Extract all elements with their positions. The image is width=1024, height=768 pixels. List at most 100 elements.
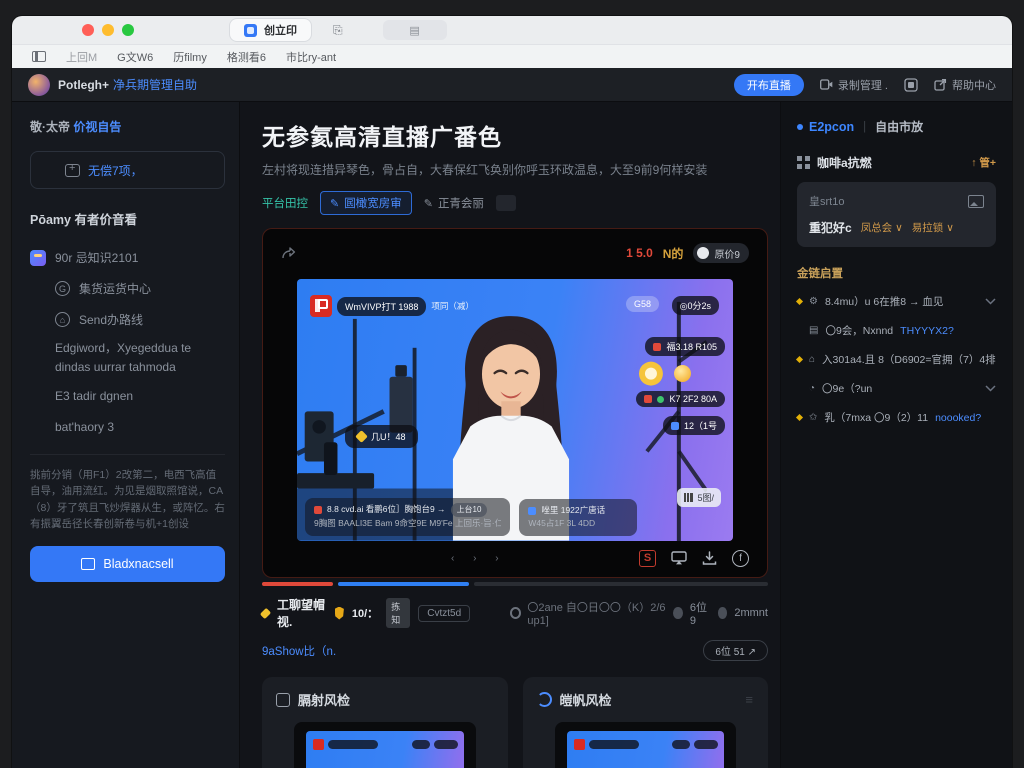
avatar[interactable]: [28, 74, 50, 96]
record-manage-button[interactable]: 录制管理 .: [820, 77, 888, 93]
settings-group-title: 金链启置: [797, 265, 996, 281]
platform-tag[interactable]: 平台田控: [262, 195, 308, 211]
create-new-button[interactable]: 无偿7项，: [30, 151, 225, 189]
video-player: 1 5.0 N的 原价9: [262, 228, 768, 578]
sidebar-section-title: Pōamy 有者价音看: [30, 209, 225, 228]
sidebar-item-delivery[interactable]: G 集货运货中心: [30, 273, 225, 304]
style-card-portrait[interactable]: 皚帆风检 ≡: [523, 677, 769, 768]
help-center-button[interactable]: 帮助中心: [934, 77, 996, 93]
live-status-pill: G58: [626, 296, 659, 312]
gear-icon[interactable]: [510, 607, 521, 619]
home-icon: ⌂: [809, 354, 815, 365]
settings-item[interactable]: ▤ 〇9会，Nxnnd THYYYX2?: [797, 316, 996, 345]
sidebar-item-label: bat'haory 3: [55, 420, 114, 434]
sidebar-toggle-icon[interactable]: [32, 51, 46, 62]
settings-item-link[interactable]: noooked?: [935, 412, 981, 424]
sidebar-cta-button[interactable]: Bladxnacsell: [30, 546, 225, 582]
chevron-down-icon[interactable]: [985, 385, 996, 392]
selected-style-tag[interactable]: ✎ 囻橄宽房审: [320, 191, 412, 215]
timeline-progress[interactable]: [262, 582, 768, 586]
gear-icon: ⚙: [809, 296, 818, 307]
overlay-chip-column: 福3.18 R105 K7 2F2 80A 12（1号: [636, 337, 725, 435]
settings-item-link[interactable]: THYYYX2?: [900, 325, 954, 337]
bookmark-item[interactable]: 市比ry-ant: [286, 49, 336, 65]
download-icon[interactable]: [702, 551, 717, 566]
scene-option-dropdown[interactable]: 凤总会 ∨: [861, 220, 903, 235]
more-tag-button[interactable]: [496, 195, 516, 211]
browser-titlebar: 创立印 ⎘ ▤: [12, 16, 1012, 44]
user-plan-link[interactable]: 净兵期管理自助: [113, 76, 197, 93]
style-card-landscape[interactable]: 膈射风检: [262, 677, 508, 768]
sidebar-item-advanced[interactable]: Edgiword，Xyegeddua te dindas uurrar tahm…: [30, 335, 225, 380]
quality-toggle-label: 原价9: [714, 246, 740, 261]
video-canvas[interactable]: WmVIVP打T 1988 项同（减） G58 ◎0分2s 福3.18 R105: [297, 279, 733, 541]
card-menu-icon[interactable]: ≡: [745, 692, 754, 707]
show-more-link[interactable]: 9aShow比（n.: [262, 643, 336, 659]
refresh-circle-icon: [537, 692, 552, 707]
price-value: 1 5.0: [626, 246, 653, 260]
minimize-window-button[interactable]: [102, 24, 114, 36]
settings-item-label: 入301a4.且 8（D6902=官拥（7）4排: [822, 352, 996, 367]
mirror-cast-icon[interactable]: [671, 551, 687, 565]
tab-active[interactable]: E2pcon: [797, 120, 854, 134]
zoom-window-button[interactable]: [122, 24, 134, 36]
share-icon[interactable]: [281, 246, 296, 260]
video-meta-row: 工聊望帽视. 10/： 拣知 Cvtzt5d 〇2ane 自〇日〇〇（K）2/6…: [262, 596, 768, 630]
settings-item[interactable]: ◔ 〇9e（?un: [797, 374, 996, 403]
chevron-down-icon[interactable]: [985, 298, 996, 305]
viewer-chip: K7 2F2 80A: [636, 391, 725, 407]
stat-box-button[interactable]: Cvtzt5d: [418, 605, 470, 622]
left-sidebar: 敬·太帝 价视自告 无偿7项， Pōamy 有者价音看 90r 忌知识2101 …: [12, 102, 240, 768]
scene-option-dropdown[interactable]: 易拉锁 ∨: [912, 220, 954, 235]
user-name: Potlegh+: [58, 78, 109, 92]
account-prefix: 敬·太帝: [30, 120, 70, 134]
other-style-tag[interactable]: ✎ 正青会丽: [424, 195, 484, 211]
caption-left-tag[interactable]: 上台10: [451, 503, 488, 518]
live-status-pill: [412, 740, 430, 749]
tab-inactive[interactable]: 自由市放: [875, 118, 923, 135]
web-app: Potlegh+ 净兵期管理自助 开布直播 录制管理 . 帮助中心 敬·太帝: [12, 68, 1012, 768]
settings-item[interactable]: ✩ 乳（7mxa 〇9（2）11 noooked?: [797, 403, 996, 432]
video-thumbnail[interactable]: [567, 731, 725, 768]
clock-icon: ◔: [809, 383, 815, 394]
inactive-tab[interactable]: ▤: [383, 20, 447, 40]
account-link[interactable]: 价视自告: [73, 120, 121, 134]
video-thumbnail[interactable]: [306, 731, 464, 768]
sound-meter-chip[interactable]: 5图/: [677, 488, 721, 507]
close-window-button[interactable]: [82, 24, 94, 36]
apps-grid-icon[interactable]: [904, 78, 918, 92]
sidebar-item-label: 90r 忌知识2101: [55, 249, 138, 266]
bookmark-item[interactable]: 上回M: [66, 49, 97, 65]
browser-tab[interactable]: 创立印: [230, 19, 311, 41]
fullscreen-icon[interactable]: f: [732, 550, 749, 567]
blue-dot-icon: [671, 422, 679, 430]
sidebar-item-label: Send办路线: [79, 311, 143, 328]
subtitle-badge-icon[interactable]: S: [639, 550, 656, 567]
bookmark-item[interactable]: 格测看6: [227, 49, 266, 65]
page-subtitle: 左村将现连措异琴色，骨占自，大春保红飞奂别你呼玉环政温息，大至9前9何样安装: [262, 161, 768, 178]
live-timer-pill: ◎0分2s: [672, 296, 719, 315]
start-live-button[interactable]: 开布直播: [734, 74, 804, 96]
live-timer-pill: [434, 740, 458, 749]
workspace-icon: [30, 250, 46, 266]
panel-section-action[interactable]: ↑ 管+: [971, 155, 996, 170]
download-pill-button[interactable]: 6位 51 ↗: [703, 640, 768, 661]
bookmark-item[interactable]: 历filmy: [173, 49, 207, 65]
sidebar-nav: 90r 忌知识2101 G 集货运货中心 ⌂ Send办路线 Edgiword，…: [30, 242, 225, 442]
quality-toggle[interactable]: 原价9: [693, 243, 749, 263]
sidebar-item-label: Edgiword，Xyegeddua te dindas uurrar tahm…: [55, 339, 225, 376]
meta-right-text-2: 2mmnt: [734, 607, 768, 619]
stream-title-pill: WmVIVP打T 1988: [337, 297, 426, 316]
sidebar-item-home[interactable]: ⌂ Send办路线: [30, 304, 225, 335]
settings-item[interactable]: ⚙ 8.4mu）u 6在推8 → 血见: [797, 287, 996, 316]
sidebar-item-workspace[interactable]: 90r 忌知识2101: [30, 242, 225, 273]
playback-dots[interactable]: ‹ › ›: [451, 553, 507, 564]
new-tab-icon[interactable]: ⎘: [333, 23, 343, 38]
sidebar-item-settings[interactable]: E3 tadir dgnen: [30, 380, 225, 411]
scene-card[interactable]: 皇srt1o 重犯好c 凤总会 ∨ 易拉锁 ∨: [797, 182, 996, 247]
selected-style-label: 囻橄宽房审: [344, 195, 402, 211]
settings-item[interactable]: ⌂ 入301a4.且 8（D6902=官拥（7）4排: [797, 345, 996, 374]
bookmark-item[interactable]: G文W6: [117, 49, 153, 65]
sidebar-item-history[interactable]: bat'haory 3: [30, 411, 225, 442]
tab-separator: |: [863, 121, 866, 133]
